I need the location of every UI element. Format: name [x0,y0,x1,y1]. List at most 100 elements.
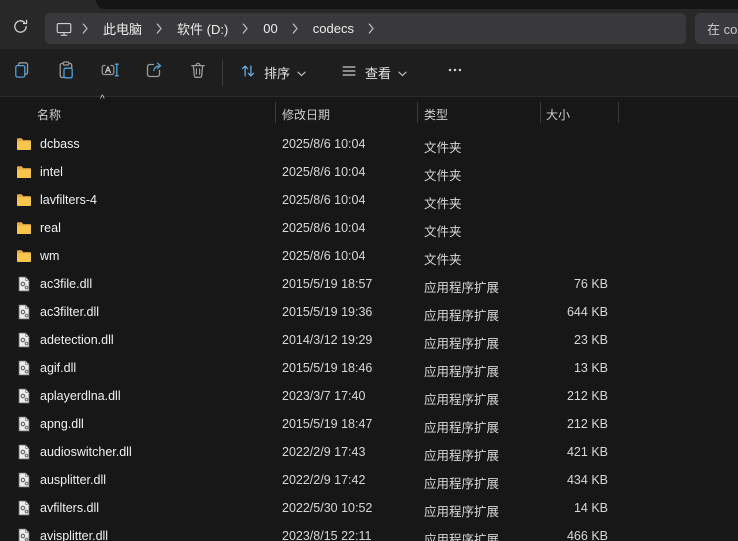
folder-icon [16,248,32,264]
dll-file-icon [16,276,32,292]
paste-icon [56,60,76,85]
date-modified: 2023/8/15 22:11 [282,529,371,541]
column-divider[interactable] [540,102,541,123]
date-modified: 2025/8/6 10:04 [282,221,365,235]
file-list: dcbass2025/8/6 10:04文件夹intel2025/8/6 10:… [0,130,738,541]
file-type: 文件夹 [424,193,462,212]
file-type: 应用程序扩展 [424,473,499,492]
dll-file-icon [16,360,32,376]
search-box[interactable]: 在 co [695,13,738,44]
chevron-right-icon [77,23,94,34]
file-name: aplayerdlna.dll [40,389,121,403]
table-row[interactable]: apng.dll2015/5/19 18:47应用程序扩展212 KB [0,410,738,438]
table-row[interactable]: intel2025/8/6 10:04文件夹 [0,158,738,186]
breadcrumb-item[interactable]: 软件 (D:) [168,16,237,41]
file-name: ausplitter.dll [40,473,106,487]
command-bar: 排序 查看 [0,49,738,97]
column-divider[interactable] [618,102,619,123]
file-size: 434 KB [538,473,608,487]
rename-button[interactable] [88,56,132,90]
date-modified: 2025/8/6 10:04 [282,193,365,207]
folder-icon [16,192,32,208]
refresh-button[interactable] [4,14,36,44]
folder-icon [16,220,32,236]
folder-icon [16,164,32,180]
table-row[interactable]: wm2025/8/6 10:04文件夹 [0,242,738,270]
table-row[interactable]: adetection.dll2014/3/12 19:29应用程序扩展23 KB [0,326,738,354]
file-size: 14 KB [538,501,608,515]
file-type: 文件夹 [424,137,462,156]
file-type: 文件夹 [424,221,462,240]
share-button[interactable] [132,56,176,90]
table-row[interactable]: agif.dll2015/5/19 18:46应用程序扩展13 KB [0,354,738,382]
date-modified: 2015/5/19 19:36 [282,305,372,319]
paste-button[interactable] [44,56,88,90]
file-size: 212 KB [538,389,608,403]
file-name: intel [40,165,63,179]
tab-strip-background [96,0,738,9]
more-options-button[interactable] [433,56,477,90]
file-name: audioswitcher.dll [40,445,132,459]
table-row[interactable]: ac3file.dll2015/5/19 18:57应用程序扩展76 KB [0,270,738,298]
table-row[interactable]: real 2025/8/6 10:04 文件夹 [0,214,738,242]
table-row[interactable]: dcbass 2025/8/6 10:04 文件夹 [0,130,738,158]
dll-file-icon [16,388,32,404]
view-label: 查看 [365,63,391,82]
column-header-type[interactable]: 类型 [424,106,448,123]
address-bar: 此电脑软件 (D:) 00 codecs 在 co [0,9,738,49]
column-divider[interactable] [275,102,276,123]
sort-label: 排序 [264,63,290,82]
file-name: agif.dll [40,361,76,375]
sort-ascending-indicator: ^ [100,94,105,105]
file-size: 212 KB [538,417,608,431]
copy-button[interactable] [0,56,44,90]
view-menu-button[interactable]: 查看 [330,56,417,89]
chevron-right-icon[interactable] [363,23,380,34]
file-name: dcbass [40,137,80,151]
chevron-down-icon [398,65,407,80]
file-name: real [40,221,61,235]
table-row[interactable]: ac3filter.dll2015/5/19 19:36应用程序扩展644 KB [0,298,738,326]
dll-file-icon [16,304,32,320]
dll-file-icon [16,416,32,432]
delete-trash-icon [188,60,208,85]
column-header-name[interactable]: 名称 [37,106,61,123]
file-name: avfilters.dll [40,501,99,515]
toolbar-divider [222,60,223,86]
file-type: 应用程序扩展 [424,445,499,464]
date-modified: 2025/8/6 10:04 [282,137,365,151]
file-size: 13 KB [538,361,608,375]
address-field[interactable]: 此电脑软件 (D:) 00 codecs [45,13,686,44]
file-name: ac3file.dll [40,277,92,291]
sort-menu-button[interactable]: 排序 [229,56,316,89]
breadcrumb-item[interactable]: 00 [254,18,286,39]
date-modified: 2022/2/9 17:43 [282,445,365,459]
file-type: 应用程序扩展 [424,501,499,520]
table-row[interactable]: aplayerdlna.dll2023/3/7 17:40应用程序扩展212 K… [0,382,738,410]
sort-arrows-icon [239,62,257,83]
table-row[interactable]: avisplitter.dll2023/8/15 22:11应用程序扩展466 … [0,522,738,541]
breadcrumb-item[interactable]: 此电脑 [94,16,151,41]
table-row[interactable]: ausplitter.dll2022/2/9 17:42应用程序扩展434 KB [0,466,738,494]
column-header-row: ^ 名称 修改日期 类型 大小 [0,97,738,130]
column-divider[interactable] [417,102,418,123]
column-header-size[interactable]: 大小 [546,106,570,123]
chevron-right-icon [151,23,168,34]
date-modified: 2025/8/6 10:04 [282,249,365,263]
dll-file-icon [16,332,32,348]
file-type: 应用程序扩展 [424,389,499,408]
table-row[interactable]: lavfilters-42025/8/6 10:04文件夹 [0,186,738,214]
table-row[interactable]: avfilters.dll 2022/5/30 10:52 应用程序扩展 14 KB [0,494,738,522]
view-list-icon [340,62,358,83]
file-type: 应用程序扩展 [424,529,499,541]
date-modified: 2014/3/12 19:29 [282,333,372,347]
delete-button[interactable] [176,56,220,90]
date-modified: 2022/5/30 10:52 [282,501,372,515]
table-row[interactable]: audioswitcher.dll2022/2/9 17:43应用程序扩展421… [0,438,738,466]
file-name: apng.dll [40,417,84,431]
breadcrumb-item[interactable]: codecs [304,18,363,39]
rename-icon [100,60,120,85]
more-ellipsis-icon [446,61,464,84]
file-type: 应用程序扩展 [424,305,499,324]
column-header-date-modified[interactable]: 修改日期 [282,106,330,123]
